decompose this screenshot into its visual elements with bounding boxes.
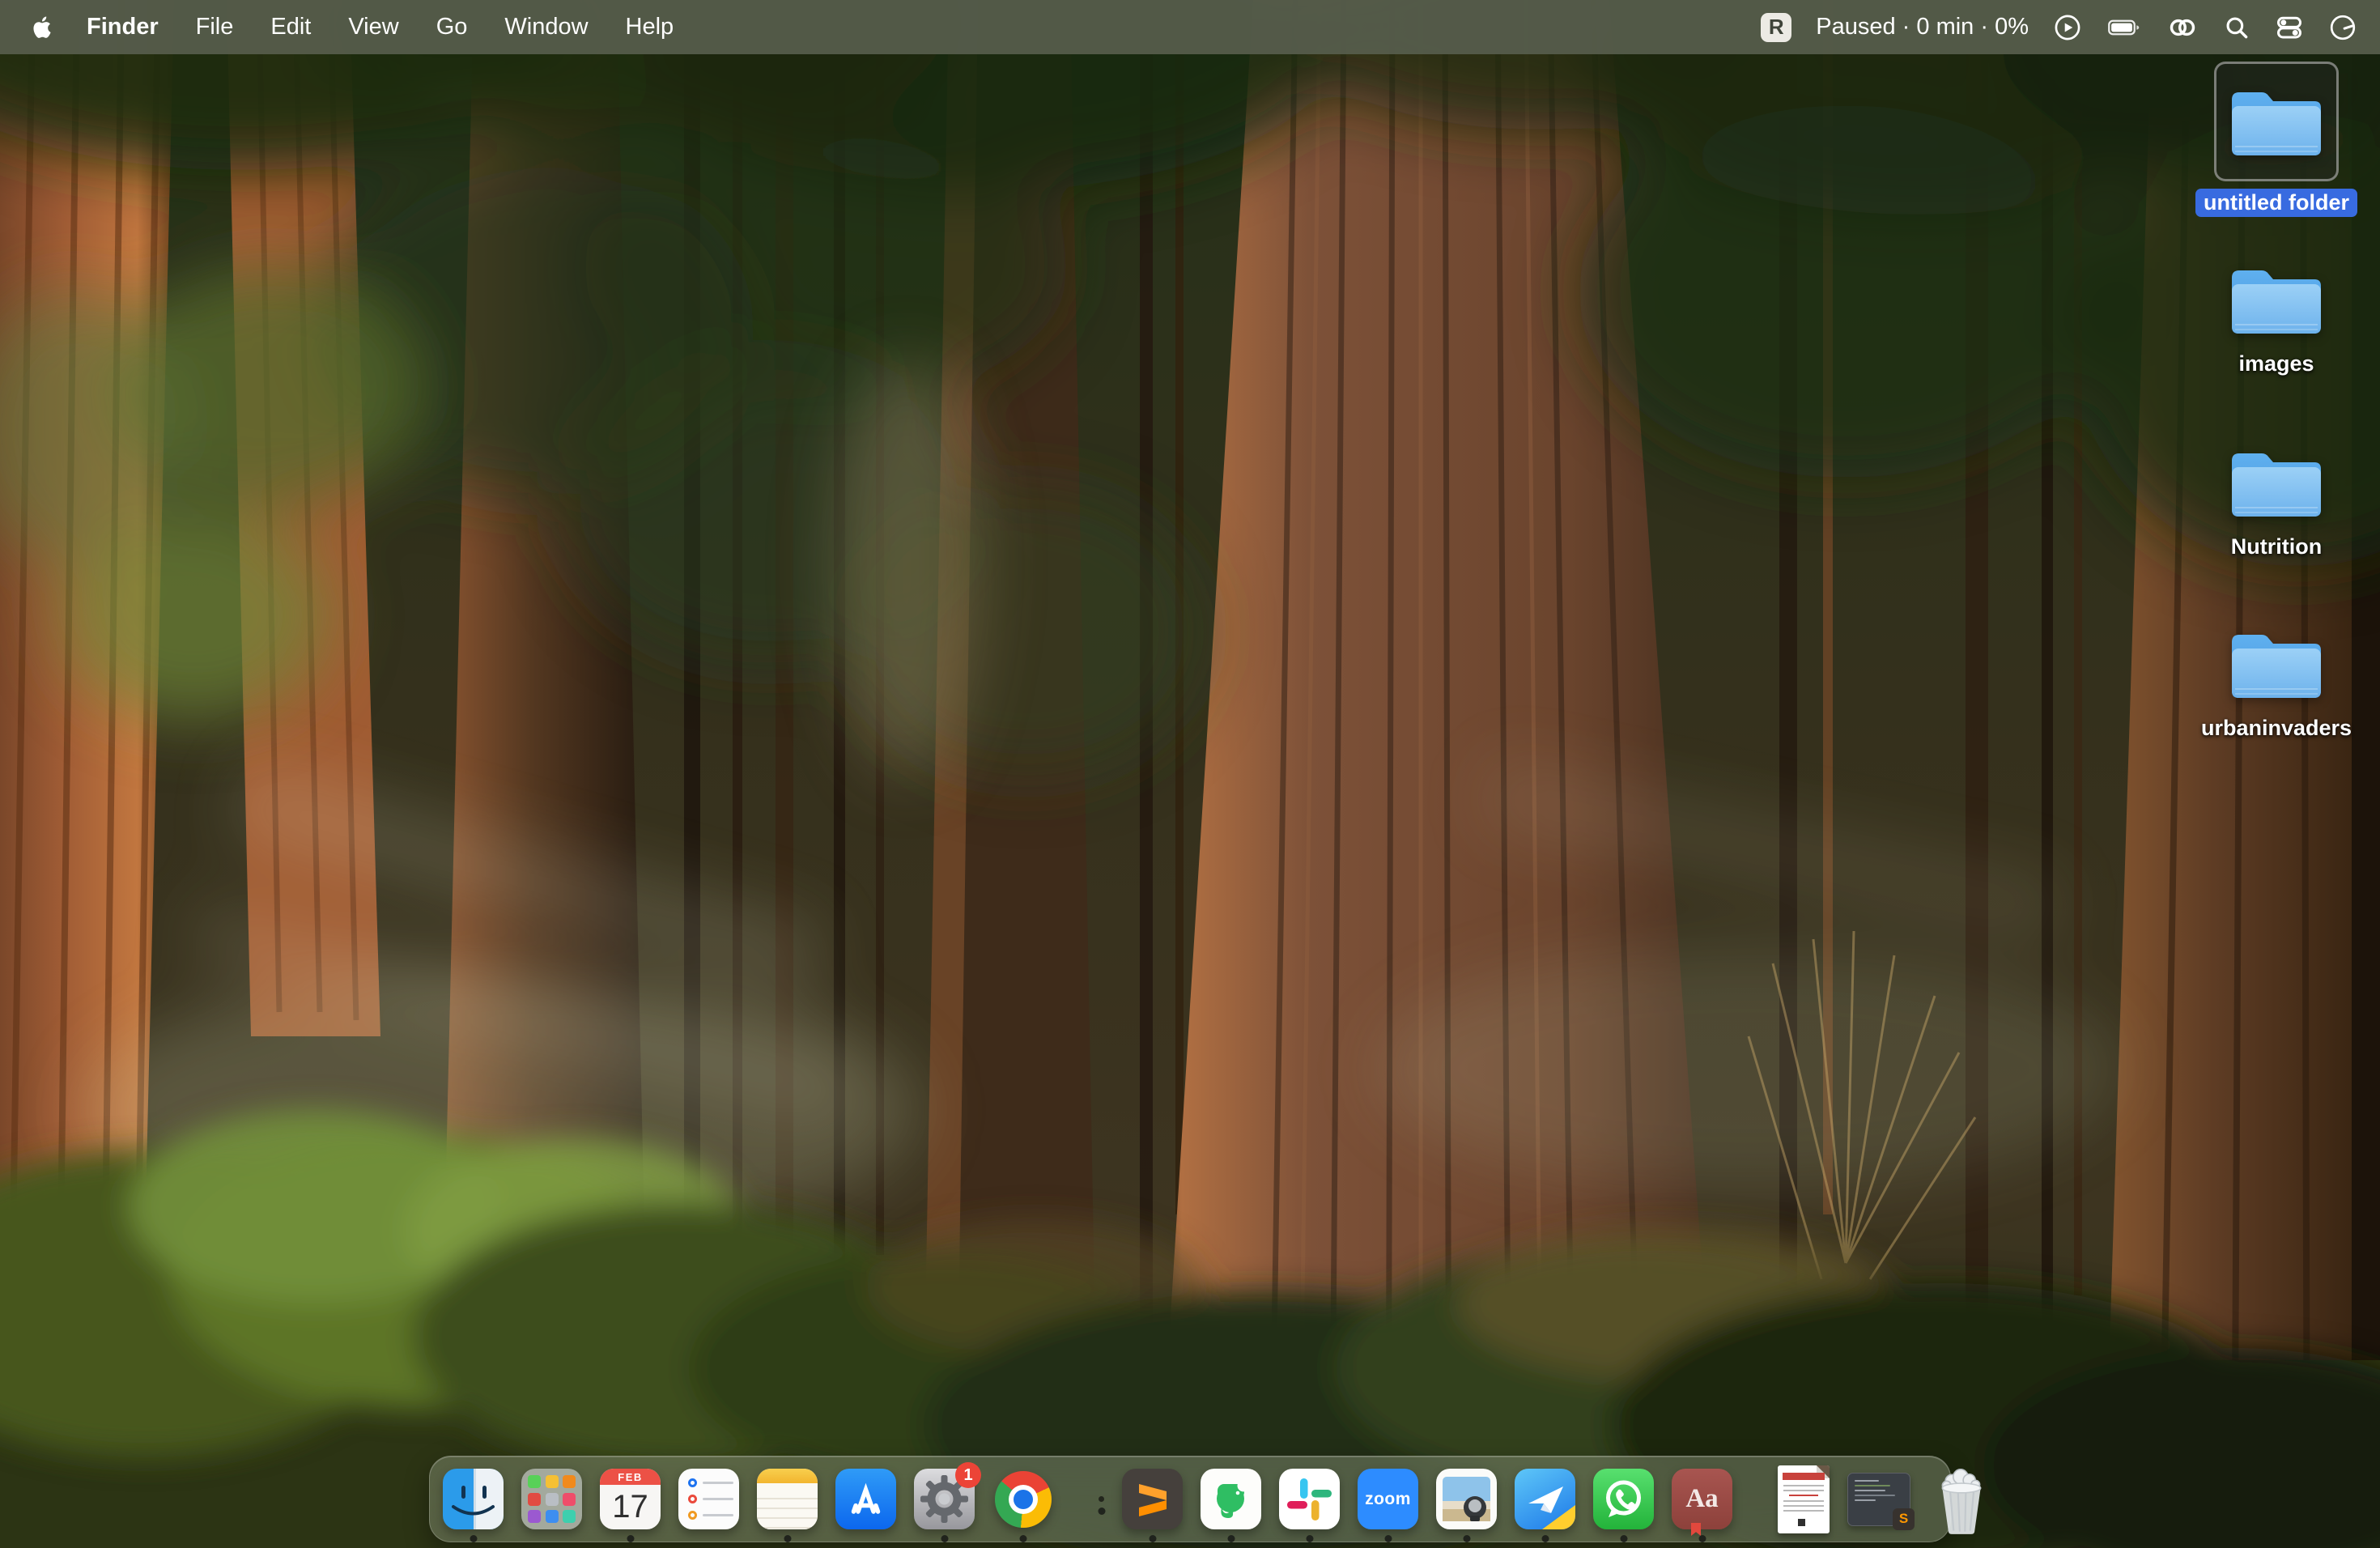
evernote-icon [1201, 1469, 1261, 1529]
folder-icon [2227, 442, 2326, 523]
menu-edit[interactable]: Edit [252, 0, 329, 54]
launchpad-icon [521, 1469, 582, 1529]
reminders-icon [678, 1469, 739, 1529]
trash-full-icon [1928, 1464, 1995, 1535]
running-indicator [1019, 1535, 1026, 1542]
desktop-folder-urbaninvaders[interactable]: urbaninvaders [2188, 623, 2365, 741]
dock-item-preview[interactable] [1436, 1469, 1497, 1529]
dock-item-finder[interactable] [443, 1469, 504, 1529]
spark-icon [1515, 1469, 1575, 1529]
dock-item-evernote[interactable] [1201, 1469, 1261, 1529]
tiny-app-icon [1099, 1496, 1104, 1502]
dock-item-unknown-tiny-app[interactable] [1099, 1496, 1104, 1502]
dock-item-whatsapp[interactable] [1593, 1469, 1654, 1529]
dock-item-sublime-text[interactable] [1122, 1469, 1183, 1529]
dock-item-notes[interactable] [757, 1469, 818, 1529]
folder-label: Nutrition [2231, 534, 2322, 559]
spotlight-search-icon[interactable] [2223, 14, 2250, 41]
dock-item-spark[interactable] [1515, 1469, 1575, 1529]
folder-icon-box [2227, 623, 2326, 704]
whatsapp-icon [1593, 1469, 1654, 1529]
clock-icon[interactable] [2328, 13, 2357, 42]
desktop-folder-untitled[interactable]: untitled folder [2188, 62, 2365, 217]
sublime-badge-icon: S [1893, 1508, 1915, 1530]
folder-icon [2227, 81, 2326, 162]
dock-item-pdf-document[interactable] [1778, 1465, 1830, 1533]
running-indicator [1227, 1535, 1235, 1542]
dictionary-label: Aa [1685, 1484, 1718, 1514]
zoom-icon: zoom [1358, 1469, 1418, 1529]
running-indicator [784, 1535, 791, 1542]
folder-selection-box [2214, 62, 2339, 181]
apple-logo-icon [31, 14, 55, 41]
folder-label: images [2238, 351, 2314, 376]
play-circle-icon[interactable] [2053, 13, 2082, 42]
running-indicator [1620, 1535, 1627, 1542]
dock-item-trash[interactable] [1928, 1464, 1995, 1535]
running-indicator [1098, 1508, 1105, 1515]
chrome-icon [992, 1469, 1053, 1529]
running-indicator [627, 1535, 634, 1542]
dock-item-calendar[interactable]: FEB 17 [600, 1469, 661, 1529]
folder-icon-box [2227, 259, 2326, 340]
menu-go[interactable]: Go [418, 0, 487, 54]
recorder-status-text[interactable]: Paused · 0 min · 0% [1816, 14, 2029, 40]
notes-icon [757, 1469, 818, 1529]
dock-item-app-store[interactable] [835, 1469, 896, 1529]
dock-item-reminders[interactable] [678, 1469, 739, 1529]
dock-item-launchpad[interactable] [521, 1469, 582, 1529]
minimized-window-thumbnail: S [1847, 1473, 1910, 1526]
menu-view[interactable]: View [329, 0, 417, 54]
running-indicator [1384, 1535, 1392, 1542]
running-indicator [1149, 1535, 1156, 1542]
menu-help[interactable]: Help [607, 0, 693, 54]
battery-icon[interactable] [2106, 13, 2142, 42]
dock-item-zoom[interactable]: zoom [1358, 1469, 1418, 1529]
desktop-folder-nutrition[interactable]: Nutrition [2188, 442, 2365, 559]
preview-icon [1436, 1469, 1497, 1529]
folder-icon [2227, 623, 2326, 704]
folder-label: urbaninvaders [2201, 716, 2352, 741]
calendar-icon: FEB 17 [600, 1469, 661, 1529]
dock-item-minimized-sublime-window[interactable]: S [1847, 1473, 1910, 1526]
menu-bar-left: Finder File Edit View Go Window Help [0, 0, 692, 54]
slack-icon [1279, 1469, 1340, 1529]
wallpaper-redwood-forest [0, 0, 2380, 1548]
zoom-label: zoom [1365, 1490, 1411, 1509]
running-indicator [1698, 1535, 1706, 1542]
control-center-icon[interactable] [2275, 13, 2304, 42]
sublime-text-icon [1122, 1469, 1183, 1529]
dock-item-slack[interactable] [1279, 1469, 1340, 1529]
finder-icon [443, 1469, 504, 1529]
calendar-day: 17 [600, 1485, 661, 1529]
dictionary-icon: Aa [1672, 1469, 1732, 1529]
running-indicator [1541, 1535, 1549, 1542]
notification-badge: 1 [955, 1462, 981, 1488]
pdf-document-icon [1778, 1465, 1830, 1533]
app-store-icon [835, 1469, 896, 1529]
running-indicator [470, 1535, 477, 1542]
recorder-badge[interactable]: R [1761, 13, 1791, 42]
running-indicator [941, 1535, 948, 1542]
dock-item-chrome[interactable] [992, 1469, 1053, 1529]
calendar-month: FEB [600, 1469, 661, 1485]
menu-bar-status: R Paused · 0 min · 0% [1761, 13, 2380, 42]
menu-app-name[interactable]: Finder [68, 0, 177, 54]
folder-icon [2227, 259, 2326, 340]
bookmark-ribbon [1691, 1523, 1701, 1536]
menu-bar: Finder File Edit View Go Window Help R P… [0, 0, 2380, 54]
dock: FEB 17 [429, 1456, 1951, 1542]
running-indicator [1463, 1535, 1470, 1542]
dock-item-system-settings[interactable]: 1 [914, 1469, 975, 1529]
menu-window[interactable]: Window [486, 0, 606, 54]
apple-menu[interactable] [31, 14, 68, 41]
dock-item-dictionary[interactable]: Aa [1672, 1469, 1732, 1529]
folder-icon-box [2227, 442, 2326, 523]
menu-file[interactable]: File [177, 0, 253, 54]
desktop-folder-images[interactable]: images [2188, 259, 2365, 376]
link-icon[interactable] [2166, 13, 2199, 42]
folder-label: untitled folder [2195, 189, 2357, 217]
running-indicator [1306, 1535, 1313, 1542]
